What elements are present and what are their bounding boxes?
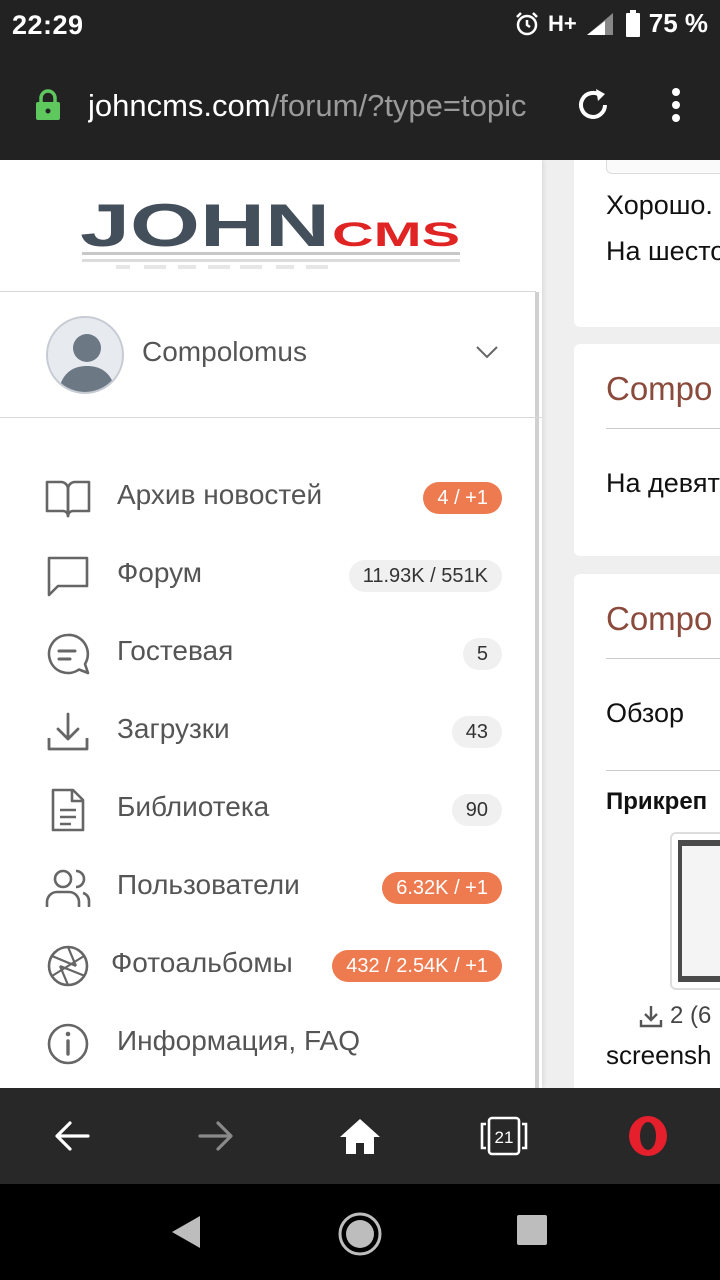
svg-text:CMS: CMS <box>332 216 460 254</box>
opera-menu-icon[interactable] <box>626 1112 670 1160</box>
menu-item-info-faq[interactable]: Информация, FAQ <box>0 1004 536 1082</box>
johncms-logo[interactable]: JOHN CMS <box>80 198 464 274</box>
menu-item-forum[interactable]: Форум 11.93K / 551K <box>0 536 536 614</box>
menu-item-users[interactable]: Пользователи 6.32K / +1 <box>0 848 536 926</box>
menu-label: Форум <box>117 557 203 588</box>
post-card: Compo Обзор Прикреп 2 (6 screensh <box>574 574 720 1088</box>
post-author[interactable]: Compo <box>606 370 712 408</box>
navigation-drawer: JOHN CMS Compolomus Архив новостей 4 / +… <box>0 160 542 1088</box>
battery-icon <box>625 9 640 37</box>
browser-address-bar: johncms.com/forum/?type=topic <box>0 52 720 160</box>
count-badge: 43 <box>451 716 502 748</box>
users-icon <box>45 869 91 907</box>
menu-item-library[interactable]: Библиотека 90 <box>0 770 536 848</box>
post-card: Хорошо. На шесто <box>574 160 720 327</box>
android-home-icon[interactable] <box>336 1210 384 1258</box>
menu-label: Информация, FAQ <box>117 1025 361 1056</box>
menu-item-photo-albums[interactable]: Фотоальбомы 432 / 2.54K / +1 <box>0 926 536 1004</box>
download-icon <box>47 712 89 751</box>
attachment-thumbnail[interactable] <box>670 832 720 990</box>
battery-percent: 75 % <box>648 8 708 38</box>
svg-text:JOHN: JOHN <box>80 198 330 259</box>
post-text: Обзор <box>606 698 684 728</box>
web-content: Хорошо. На шесто Compo На девят Compo Об… <box>0 160 720 1088</box>
signal-icon <box>586 12 613 35</box>
user-account-toggle[interactable]: Compolomus <box>0 292 536 418</box>
menu-item-news-archive[interactable]: Архив новостей 4 / +1 <box>0 458 536 536</box>
post-text: На девят <box>606 468 720 498</box>
forward-arrow-icon[interactable] <box>196 1112 236 1160</box>
alarm-icon <box>516 11 538 35</box>
menu-label: Пользователи <box>117 869 300 900</box>
url-field[interactable]: johncms.com/forum/?type=topic <box>88 84 548 128</box>
android-recents-icon[interactable] <box>516 1214 548 1246</box>
chat-bubble-icon <box>47 556 89 597</box>
divider <box>606 428 720 429</box>
post-text: На шесто <box>606 236 720 266</box>
book-icon <box>45 480 91 518</box>
post-author[interactable]: Compo <box>606 600 712 638</box>
count-badge: 4 / +1 <box>423 482 502 514</box>
post-card: Compo На девят <box>574 344 720 556</box>
tabs-icon[interactable]: 21 <box>478 1112 530 1160</box>
back-arrow-icon[interactable] <box>52 1112 92 1160</box>
more-options-icon[interactable] <box>664 86 688 126</box>
avatar <box>46 316 124 394</box>
menu-label: Фотоальбомы <box>111 947 293 978</box>
count-badge: 432 / 2.54K / +1 <box>332 950 502 982</box>
count-badge: 6.32K / +1 <box>382 872 502 904</box>
divider <box>606 658 720 659</box>
network-type: H+ <box>547 10 577 36</box>
post-text: Хорошо. <box>606 190 713 220</box>
chevron-down-icon <box>476 346 498 359</box>
forum-topic-page[interactable]: Хорошо. На шесто Compo На девят Compo Об… <box>542 160 720 1088</box>
tabs-count: 21 <box>495 1128 514 1147</box>
menu-label: Загрузки <box>117 713 230 744</box>
lock-icon <box>36 89 60 120</box>
info-icon <box>47 1023 89 1065</box>
count-badge: 5 <box>462 638 502 670</box>
divider <box>606 770 720 771</box>
quote-block <box>606 160 720 174</box>
reload-icon[interactable] <box>574 86 612 124</box>
attachment-filename[interactable]: screensh <box>606 1040 712 1071</box>
document-icon <box>51 788 85 832</box>
android-nav-bar <box>0 1184 720 1280</box>
attachments-heading: Прикреп <box>606 788 708 815</box>
download-icon <box>639 1006 663 1028</box>
home-icon[interactable] <box>338 1112 382 1160</box>
guestbook-icon <box>47 633 90 675</box>
menu-label: Гостевая <box>117 635 234 666</box>
aperture-icon <box>47 945 89 987</box>
menu-label: Архив новостей <box>117 479 323 510</box>
username: Compolomus <box>142 336 307 367</box>
count-badge: 90 <box>451 794 502 826</box>
status-time: 22:29 <box>12 10 84 40</box>
status-bar: 22:29 H+ 75 % <box>0 0 720 52</box>
menu-item-downloads[interactable]: Загрузки 43 <box>0 692 536 770</box>
android-back-icon[interactable] <box>168 1212 204 1252</box>
browser-bottom-bar: 21 <box>0 1088 720 1184</box>
count-badge: 11.93K / 551K <box>348 560 502 592</box>
url-host: johncms.com <box>88 88 271 123</box>
divider <box>0 417 542 418</box>
status-icons: H+ 75 % <box>514 8 708 39</box>
menu-label: Библиотека <box>117 791 270 822</box>
download-count[interactable]: 2 (6 <box>638 1002 711 1030</box>
menu-item-guestbook[interactable]: Гостевая 5 <box>0 614 536 692</box>
url-path: /forum/?type=topic <box>270 88 527 123</box>
